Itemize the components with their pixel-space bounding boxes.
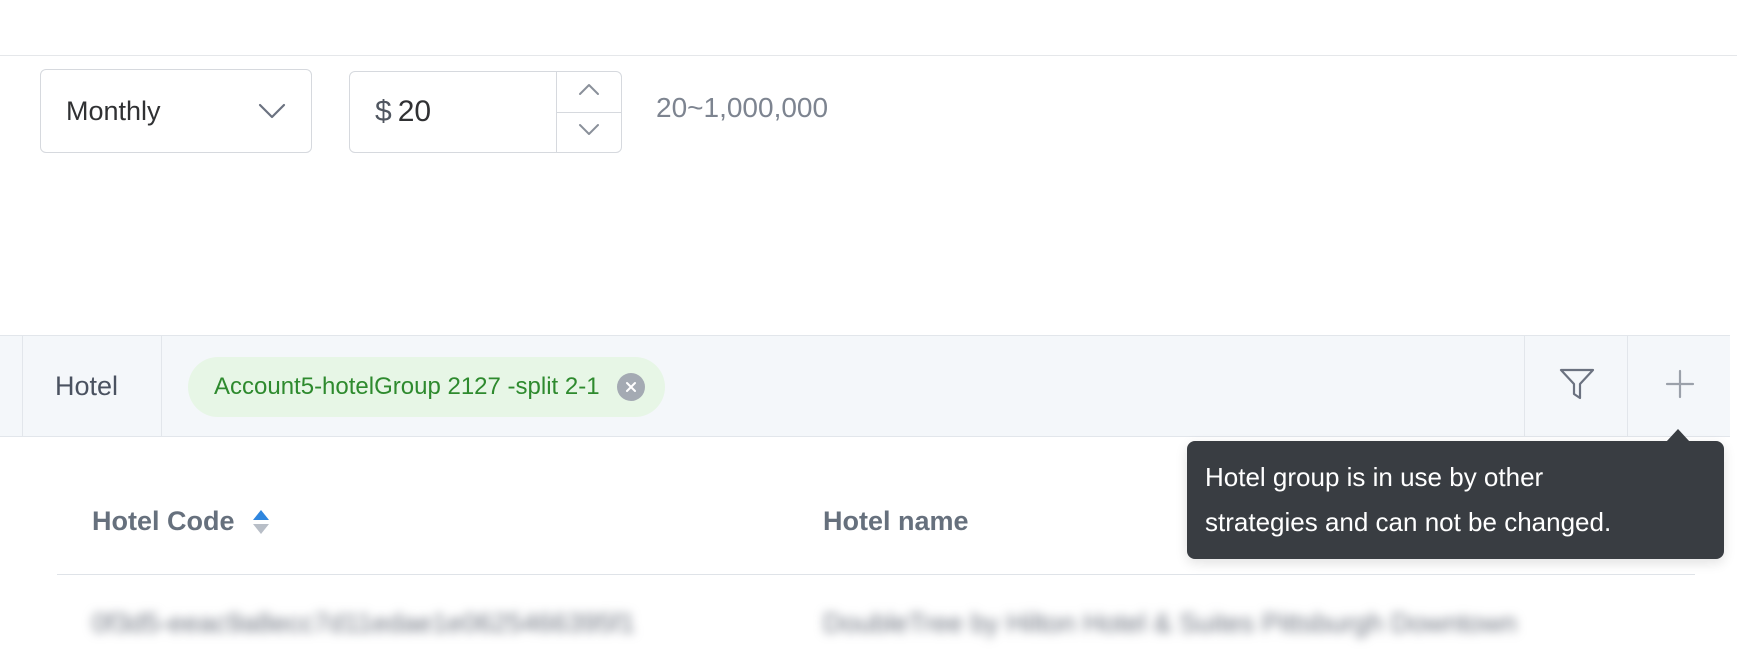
hotel-code-cell: 0f3d5-eeac9a8ecc7d11edae1e0625466395f1 [92, 608, 636, 638]
plus-icon [1664, 368, 1696, 405]
tooltip-arrow [1666, 429, 1690, 442]
add-hotel-button[interactable] [1627, 336, 1731, 436]
bar-left-edge [0, 336, 23, 436]
chevron-down-icon [257, 96, 287, 126]
hotel-name-cell: DoubleTree by Hilton Hotel & Suites Pitt… [823, 608, 1517, 638]
hotel-filter-label: Hotel [22, 336, 162, 436]
column-header-label: Hotel name [823, 506, 969, 536]
hotel-filter-bar: Hotel Account5-hotelGroup 2127 -split 2-… [0, 335, 1730, 437]
amount-stepper [556, 72, 621, 152]
column-header-label: Hotel Code [92, 506, 235, 536]
chevron-up-icon [578, 83, 600, 101]
close-circle-icon[interactable] [616, 373, 645, 401]
decrement-button[interactable] [557, 113, 621, 153]
budget-amount-input[interactable]: $ 20 [349, 71, 622, 153]
tooltip-line-1: Hotel group is in use by other [1205, 462, 1544, 492]
amount-field[interactable]: $ 20 [350, 72, 556, 152]
period-select[interactable]: Monthly [40, 69, 312, 153]
hotel-group-tag: Account5-hotelGroup 2127 -split 2-1 [188, 357, 665, 417]
hotel-group-tag-label: Account5-hotelGroup 2127 -split 2-1 [214, 373, 600, 400]
tooltip: Hotel group is in use by other strategie… [1187, 429, 1724, 559]
column-header-hotel-name[interactable]: Hotel name [823, 506, 969, 537]
table-row[interactable]: 0f3d5-eeac9a8ecc7d11edae1e0625466395f1 D… [57, 598, 1695, 648]
currency-symbol: $ [375, 95, 392, 128]
increment-button[interactable] [557, 72, 621, 113]
column-header-hotel-code[interactable]: Hotel Code [92, 506, 270, 537]
sort-icon[interactable] [252, 507, 270, 537]
tooltip-line-2: strategies and can not be changed. [1205, 507, 1612, 537]
chevron-down-icon [578, 123, 600, 141]
filter-button[interactable] [1524, 336, 1628, 436]
amount-range-hint: 20~1,000,000 [656, 92, 829, 123]
filter-icon [1559, 367, 1595, 406]
divider [0, 55, 1737, 56]
period-select-value: Monthly [66, 95, 161, 126]
page: Monthly $ 20 20~1,000,000 Hotel Account5… [0, 0, 1737, 670]
amount-value: 20 [397, 95, 432, 128]
